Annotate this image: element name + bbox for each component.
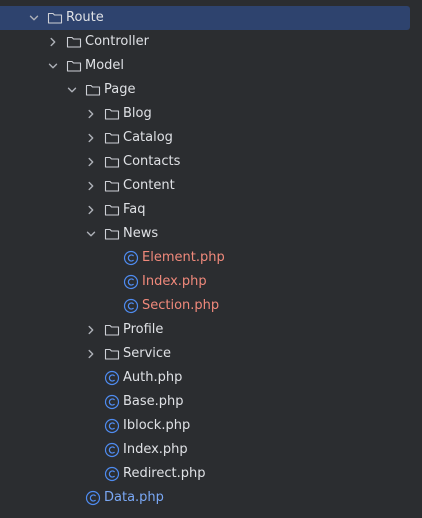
chevron-right-icon[interactable]	[85, 108, 97, 120]
php-class-icon	[123, 274, 139, 290]
node-label: Profile	[123, 322, 164, 337]
chevron-right-icon[interactable]	[85, 324, 97, 336]
folder-icon	[66, 58, 82, 74]
node-label: Section.php	[142, 298, 220, 313]
chevron-down-icon[interactable]	[85, 228, 97, 240]
chevron-down-icon[interactable]	[66, 84, 78, 96]
php-class-icon	[104, 370, 120, 386]
folder-icon	[104, 154, 120, 170]
folder-icon	[104, 178, 120, 194]
folder-icon	[85, 82, 101, 98]
file-node-element-php[interactable]: Element.php	[0, 246, 422, 270]
file-node-index-php[interactable]: Index.php	[0, 438, 422, 462]
project-tree: Route Controller Model Page Blog Catalog Conta…	[0, 0, 422, 518]
folder-node-contacts[interactable]: Contacts	[0, 150, 422, 174]
node-label: Blog	[123, 106, 152, 121]
chevron-right-icon[interactable]	[85, 132, 97, 144]
file-node-auth-php[interactable]: Auth.php	[0, 366, 422, 390]
php-class-icon	[123, 298, 139, 314]
node-label: Model	[85, 58, 125, 73]
node-label: Redirect.php	[123, 466, 206, 481]
folder-node-catalog[interactable]: Catalog	[0, 126, 422, 150]
folder-node-blog[interactable]: Blog	[0, 102, 422, 126]
node-label: Faq	[123, 202, 146, 217]
folder-node-service[interactable]: Service	[0, 342, 422, 366]
folder-icon	[66, 34, 82, 50]
node-label: Base.php	[123, 394, 184, 409]
php-class-icon	[104, 418, 120, 434]
node-label: Data.php	[104, 490, 164, 505]
folder-icon	[104, 130, 120, 146]
folder-icon	[104, 106, 120, 122]
file-node-iblock-php[interactable]: Iblock.php	[0, 414, 422, 438]
chevron-right-icon[interactable]	[85, 180, 97, 192]
folder-node-page[interactable]: Page	[0, 78, 422, 102]
node-label: Index.php	[142, 274, 207, 289]
node-label: Page	[104, 82, 136, 97]
node-label: Controller	[85, 34, 149, 49]
chevron-right-icon[interactable]	[47, 36, 59, 48]
folder-node-controller[interactable]: Controller	[0, 30, 422, 54]
folder-node-model[interactable]: Model	[0, 54, 422, 78]
node-label: News	[123, 226, 159, 241]
file-node-section-php[interactable]: Section.php	[0, 294, 422, 318]
node-label: Auth.php	[123, 370, 183, 385]
php-class-icon	[123, 250, 139, 266]
php-class-icon	[85, 490, 101, 506]
folder-icon	[104, 322, 120, 338]
folder-icon	[47, 10, 63, 26]
node-label: Content	[123, 178, 175, 193]
chevron-down-icon[interactable]	[47, 60, 59, 72]
folder-icon	[104, 202, 120, 218]
php-class-icon	[104, 394, 120, 410]
node-label: Element.php	[142, 250, 225, 265]
php-class-icon	[104, 442, 120, 458]
folder-node-route[interactable]: Route	[0, 6, 422, 30]
node-label: Service	[123, 346, 172, 361]
node-label: Route	[66, 10, 104, 25]
file-node-index-php[interactable]: Index.php	[0, 270, 422, 294]
chevron-right-icon[interactable]	[85, 156, 97, 168]
php-class-icon	[104, 466, 120, 482]
chevron-right-icon[interactable]	[85, 204, 97, 216]
node-label: Catalog	[123, 130, 173, 145]
folder-node-faq[interactable]: Faq	[0, 198, 422, 222]
folder-node-news[interactable]: News	[0, 222, 422, 246]
folder-node-profile[interactable]: Profile	[0, 318, 422, 342]
file-node-data-php[interactable]: Data.php	[0, 486, 422, 510]
node-label: Contacts	[123, 154, 181, 169]
folder-icon	[104, 226, 120, 242]
chevron-right-icon[interactable]	[85, 348, 97, 360]
file-node-redirect-php[interactable]: Redirect.php	[0, 462, 422, 486]
folder-icon	[104, 346, 120, 362]
folder-node-content[interactable]: Content	[0, 174, 422, 198]
file-node-base-php[interactable]: Base.php	[0, 390, 422, 414]
node-label: Iblock.php	[123, 418, 191, 433]
chevron-down-icon[interactable]	[28, 12, 40, 24]
node-label: Index.php	[123, 442, 188, 457]
